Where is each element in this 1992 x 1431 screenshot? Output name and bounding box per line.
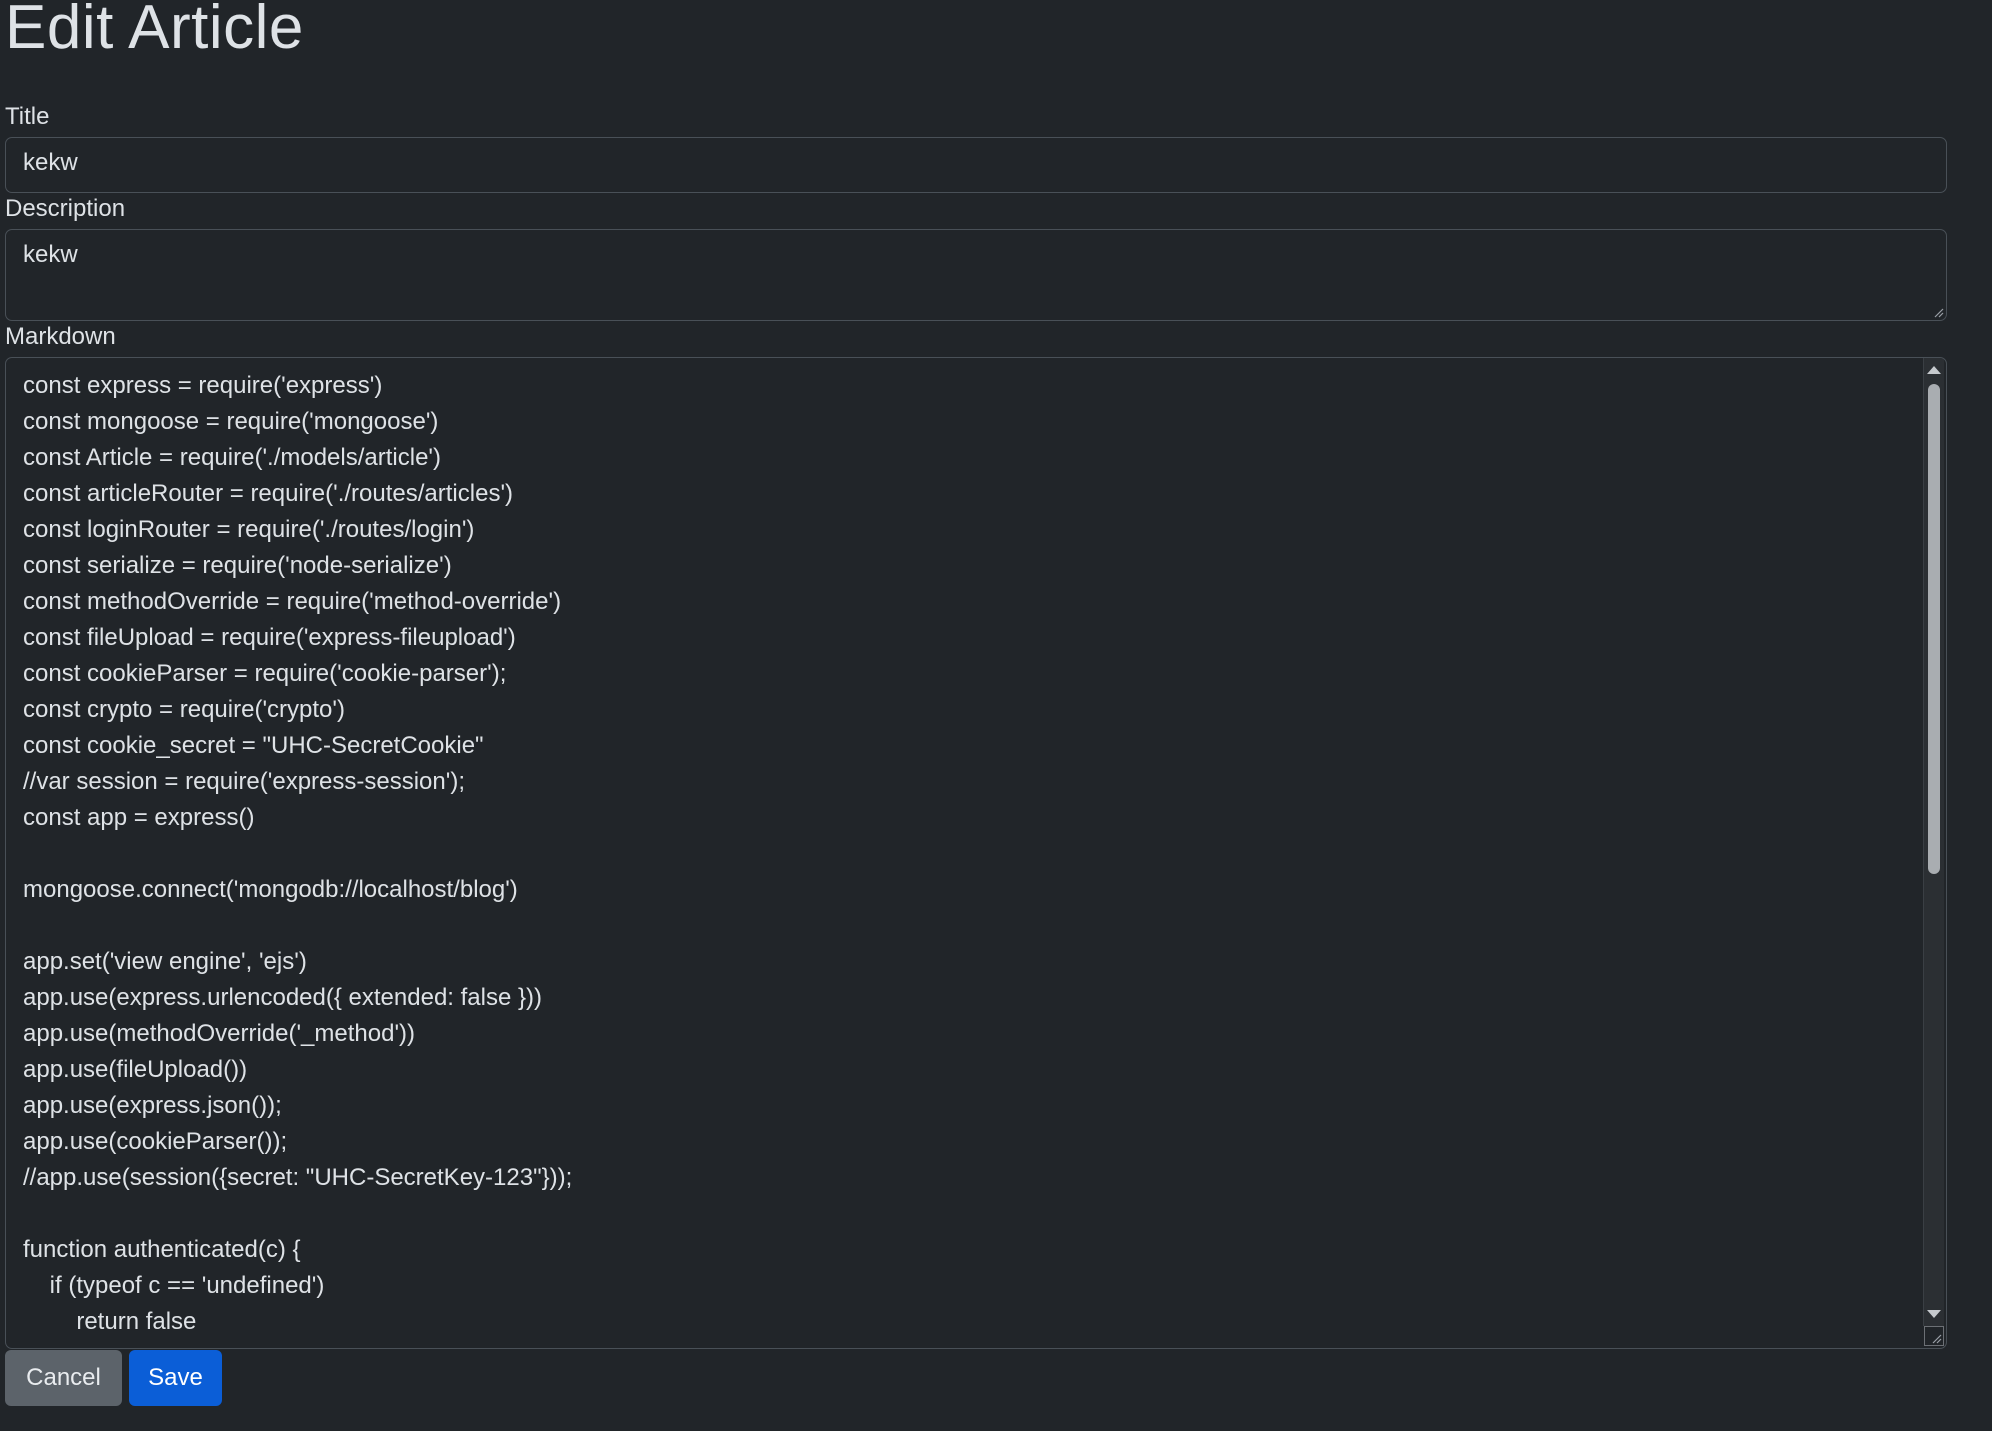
- markdown-line: const serialize = require('node-serializ…: [23, 552, 452, 579]
- markdown-label: Markdown: [5, 323, 116, 350]
- markdown-line: const Article = require('./models/articl…: [23, 444, 441, 471]
- markdown-line: const crypto = require('crypto'): [23, 696, 345, 723]
- resize-grip-icon: [1932, 1334, 1942, 1344]
- title-input[interactable]: kekw: [5, 137, 1947, 193]
- title-label: Title: [5, 103, 50, 130]
- markdown-scrollbar[interactable]: [1923, 358, 1944, 1326]
- cancel-button[interactable]: Cancel: [5, 1350, 122, 1406]
- save-button[interactable]: Save: [129, 1350, 222, 1406]
- markdown-line: const cookieParser = require('cookie-par…: [23, 660, 507, 687]
- markdown-line: const loginRouter = require('./routes/lo…: [23, 516, 475, 543]
- markdown-line: //app.use(session({secret: "UHC-SecretKe…: [23, 1164, 573, 1191]
- description-label: Description: [5, 195, 126, 222]
- markdown-line: const methodOverride = require('method-o…: [23, 588, 562, 615]
- markdown-content: const express = require('express') const …: [23, 368, 1946, 1340]
- markdown-line: const cookie_secret = "UHC-SecretCookie": [23, 732, 484, 759]
- markdown-line: return false: [23, 1308, 197, 1335]
- markdown-line: app.use(methodOverride('_method')): [23, 1020, 416, 1047]
- markdown-line: const express = require('express'): [23, 372, 383, 399]
- scroll-up-arrow-icon[interactable]: [1927, 366, 1941, 374]
- resize-grip-icon[interactable]: [1932, 306, 1944, 318]
- page-title: Edit Article: [5, 0, 304, 62]
- markdown-line: [23, 836, 1946, 872]
- markdown-line: app.set('view engine', 'ejs'): [23, 948, 307, 975]
- markdown-line: //var session = require('express-session…: [23, 768, 465, 795]
- resize-corner[interactable]: [1924, 1326, 1944, 1346]
- markdown-line: [23, 1196, 1946, 1232]
- markdown-line: app.use(fileUpload()): [23, 1056, 248, 1083]
- markdown-line: if (typeof c == 'undefined'): [23, 1272, 325, 1299]
- markdown-line: const articleRouter = require('./routes/…: [23, 480, 514, 507]
- markdown-line: mongoose.connect('mongodb://localhost/bl…: [23, 876, 518, 903]
- markdown-textarea[interactable]: const express = require('express') const …: [5, 357, 1947, 1349]
- markdown-line: app.use(express.json());: [23, 1092, 282, 1119]
- markdown-line: const app = express(): [23, 804, 255, 831]
- markdown-line: app.use(cookieParser());: [23, 1128, 288, 1155]
- markdown-line: [23, 908, 1946, 944]
- markdown-line: app.use(express.urlencoded({ extended: f…: [23, 984, 542, 1011]
- markdown-line: const mongoose = require('mongoose'): [23, 408, 439, 435]
- description-textarea[interactable]: kekw: [5, 229, 1947, 321]
- scroll-down-arrow-icon[interactable]: [1927, 1310, 1941, 1318]
- edit-article-page: Edit Article Title kekw Description kekw…: [0, 0, 1992, 1431]
- description-text: kekw: [23, 241, 78, 268]
- scrollbar-thumb[interactable]: [1928, 384, 1940, 874]
- markdown-line: function authenticated(c) {: [23, 1236, 301, 1263]
- markdown-line: const fileUpload = require('express-file…: [23, 624, 516, 651]
